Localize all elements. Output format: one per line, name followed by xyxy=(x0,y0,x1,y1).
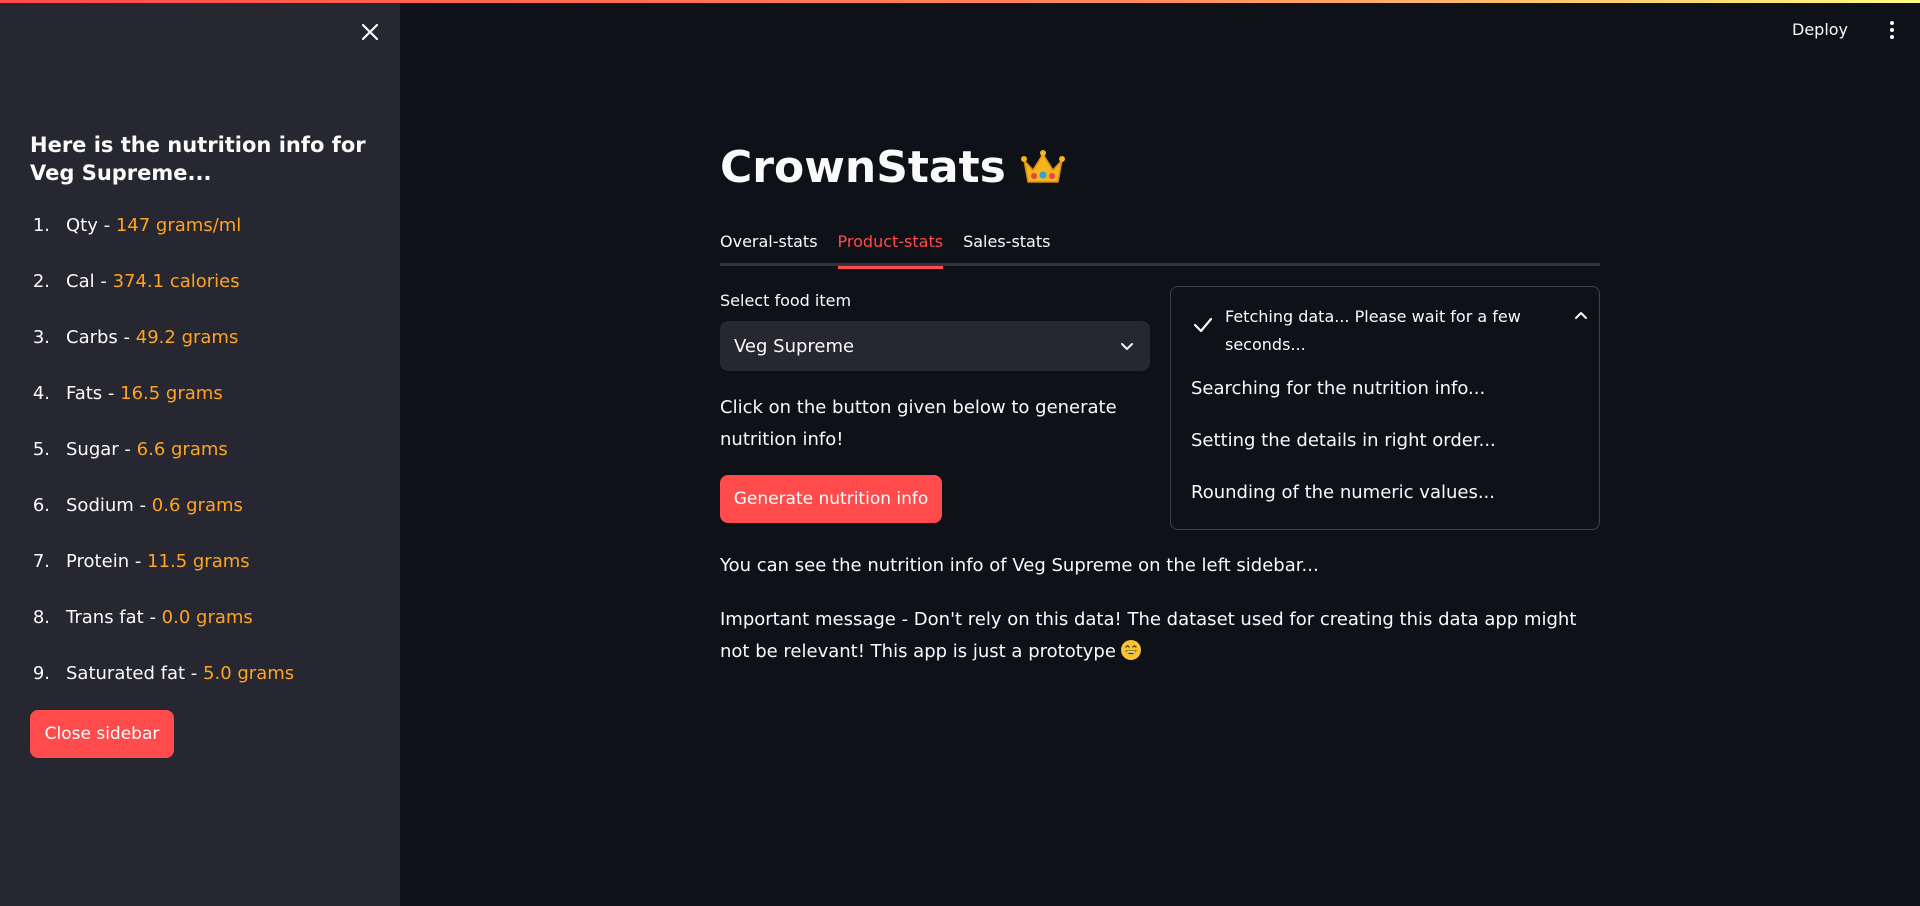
main-content: CrownStats Overal-stats Product-stats Sa… xyxy=(720,0,1600,906)
crown-icon xyxy=(1020,150,1065,183)
tab-product-stats[interactable]: Product-stats xyxy=(837,224,943,269)
nutrient-value: 5.0 grams xyxy=(203,663,295,684)
list-number: 6. xyxy=(32,495,50,516)
nutrition-item: 4. Fats - 16.5 grams xyxy=(30,380,380,436)
nutrition-item: 6. Sodium - 0.6 grams xyxy=(30,492,380,548)
list-number: 5. xyxy=(32,439,50,460)
nutrient-label: Qty xyxy=(66,215,98,236)
nutrient-label: Fats xyxy=(66,383,103,404)
separator: - xyxy=(129,551,148,572)
separator: - xyxy=(133,495,152,516)
deploy-button[interactable]: Deploy xyxy=(1792,16,1848,44)
list-number: 8. xyxy=(32,607,50,628)
status-expander: Fetching data... Please wait for a few s… xyxy=(1170,286,1600,530)
nutrient-label: Saturated fat xyxy=(66,663,186,684)
separator: - xyxy=(143,607,162,628)
chevron-up-icon[interactable] xyxy=(1571,305,1591,325)
nutrient-value: 49.2 grams xyxy=(135,327,239,348)
nutrient-label: Trans fat xyxy=(66,607,144,628)
nutrient-value: 0.0 grams xyxy=(161,607,253,628)
important-message: Important message - Don't rely on this d… xyxy=(720,604,1600,668)
sidebar: Here is the nutrition info for Veg Supre… xyxy=(0,0,400,906)
chevron-down-icon xyxy=(1121,343,1133,350)
generate-nutrition-button[interactable]: Generate nutrition info xyxy=(720,475,942,523)
select-value: Veg Supreme xyxy=(734,335,855,357)
separator: - xyxy=(102,383,121,404)
nutrition-list: 1. Qty - 147 grams/ml 2. Cal - 374.1 calor… xyxy=(30,212,380,716)
separator: - xyxy=(118,439,137,460)
important-message-text: Important message - Don't rely on this d… xyxy=(720,609,1577,662)
list-number: 1. xyxy=(32,215,50,236)
tab-sales-stats[interactable]: Sales-stats xyxy=(963,224,1050,266)
nutrient-label: Sodium xyxy=(66,495,134,516)
top-decoration-bar xyxy=(0,0,1920,3)
separator: - xyxy=(94,271,113,292)
status-header[interactable]: Fetching data... Please wait for a few s… xyxy=(1191,303,1591,359)
nutrient-label: Protein xyxy=(66,551,130,572)
close-sidebar-button[interactable]: Close sidebar xyxy=(30,710,174,758)
title-row: CrownStats xyxy=(720,140,1066,196)
list-number: 2. xyxy=(32,271,50,292)
list-number: 3. xyxy=(32,327,50,348)
status-step: Searching for the nutrition info... xyxy=(1191,378,1486,399)
nutrition-item: 7. Protein - 11.5 grams xyxy=(30,548,380,604)
select-label: Select food item xyxy=(720,291,852,310)
nutrient-value: 147 grams/ml xyxy=(115,215,242,236)
separator: - xyxy=(117,327,136,348)
status-title: Fetching data... Please wait for a few s… xyxy=(1225,307,1521,354)
nutrient-label: Carbs xyxy=(66,327,118,348)
list-number: 7. xyxy=(32,551,50,572)
status-step: Setting the details in right order... xyxy=(1191,430,1496,451)
nutrient-value: 0.6 grams xyxy=(151,495,243,516)
nutrition-item: 2. Cal - 374.1 calories xyxy=(30,268,380,324)
separator: - xyxy=(185,663,204,684)
nutrition-item: 8. Trans fat - 0.0 grams xyxy=(30,604,380,660)
separator: - xyxy=(97,215,116,236)
check-icon xyxy=(1193,317,1213,333)
status-step: Rounding of the numeric values... xyxy=(1191,482,1495,503)
nutrient-value: 6.6 grams xyxy=(136,439,228,460)
nutrition-item: 1. Qty - 147 grams/ml xyxy=(30,212,380,268)
sidebar-heading: Here is the nutrition info for Veg Supre… xyxy=(30,133,366,185)
page-title: CrownStats xyxy=(720,142,1006,193)
nutrition-item: 5. Sugar - 6.6 grams xyxy=(30,436,380,492)
status-steps: Searching for the nutrition info... Sett… xyxy=(1191,375,1591,531)
nutrient-value: 16.5 grams xyxy=(120,383,223,404)
nutrient-value: 11.5 grams xyxy=(147,551,250,572)
list-number: 4. xyxy=(32,383,50,404)
nutrition-item: 9. Saturated fat - 5.0 grams xyxy=(30,660,380,716)
instruction-text: Click on the button given below to gener… xyxy=(720,397,1117,450)
nutrition-item: 3. Carbs - 49.2 grams xyxy=(30,324,380,380)
close-icon[interactable] xyxy=(356,18,384,46)
tab-overal-stats[interactable]: Overal-stats xyxy=(720,224,818,266)
nutrient-value: 374.1 calories xyxy=(112,271,240,292)
nutrient-label: Cal xyxy=(66,271,95,292)
nutrient-label: Sugar xyxy=(66,439,119,460)
list-number: 9. xyxy=(32,663,50,684)
kebab-menu-icon[interactable] xyxy=(1882,16,1902,44)
tab-bar: Overal-stats Product-stats Sales-stats xyxy=(720,224,1600,269)
grinning-face-icon xyxy=(1120,640,1141,660)
info-text: You can see the nutrition info of Veg Su… xyxy=(720,555,1319,576)
food-item-select[interactable]: Veg Supreme xyxy=(720,321,1150,371)
